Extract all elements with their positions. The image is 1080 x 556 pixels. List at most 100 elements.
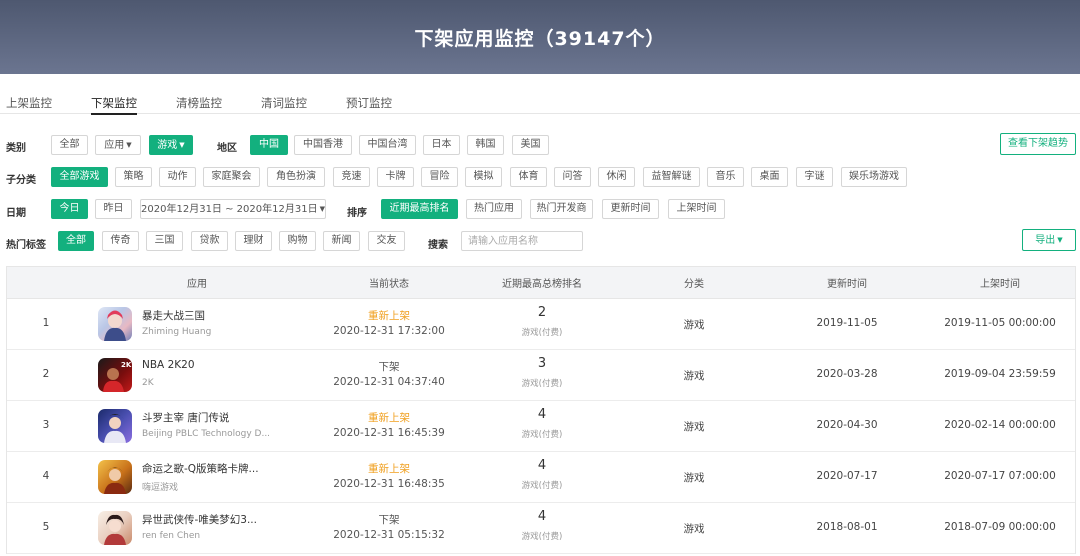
subcat-board-chip[interactable]: 桌面 bbox=[751, 167, 788, 187]
listed-time: 2020-07-17 07:00:00 bbox=[944, 470, 1056, 482]
hot-tag-finance-chip[interactable]: 理财 bbox=[235, 231, 272, 251]
nba-2k20-icon[interactable]: 2K bbox=[98, 358, 132, 392]
app-category: 游戏 bbox=[683, 319, 705, 331]
updated-date: 2018-08-01 bbox=[816, 521, 878, 533]
sort-hot-devs-chip[interactable]: 热门开发商 bbox=[530, 199, 593, 219]
tab-delisting-monitor[interactable]: 下架监控 bbox=[91, 74, 137, 115]
col-header-listed: 上架时间 bbox=[980, 279, 1020, 290]
app-name[interactable]: 异世武侠传-唯美梦幻3... bbox=[142, 512, 257, 527]
subcat-sports-chip[interactable]: 体育 bbox=[510, 167, 547, 187]
table-header: 应用 当前状态 近期最高总榜排名 分类 更新时间 上架时间 bbox=[7, 267, 1075, 299]
hot-tag-loan-chip[interactable]: 贷款 bbox=[191, 231, 228, 251]
col-header-status: 当前状态 bbox=[369, 279, 409, 290]
export-button[interactable]: 导出 ▼ bbox=[1022, 229, 1076, 251]
subcat-casino-chip[interactable]: 娱乐场游戏 bbox=[841, 167, 907, 187]
listed-time: 2018-07-09 00:00:00 bbox=[944, 521, 1056, 533]
app-name[interactable]: 暴走大战三国 bbox=[142, 308, 205, 323]
row-index: 2 bbox=[42, 368, 50, 380]
caret-down-icon: ▼ bbox=[319, 205, 325, 213]
subcat-music-chip[interactable]: 音乐 bbox=[707, 167, 744, 187]
date-today-chip[interactable]: 今日 bbox=[51, 199, 88, 219]
rank-category: 游戏(付费) bbox=[521, 379, 563, 389]
subcat-casual-chip[interactable]: 休闲 bbox=[598, 167, 635, 187]
sort-update-time-chip[interactable]: 更新时间 bbox=[602, 199, 659, 219]
date-range-picker[interactable]: 2020年12月31日 ~ 2020年12月31日 ▼ bbox=[140, 199, 326, 219]
hot-tag-legend-chip[interactable]: 传奇 bbox=[102, 231, 139, 251]
lady-icon[interactable] bbox=[98, 511, 132, 545]
rank-value: 4 bbox=[537, 509, 547, 524]
rank-value: 4 bbox=[537, 407, 547, 422]
app-category: 游戏 bbox=[683, 370, 705, 382]
subcat-word-chip[interactable]: 字谜 bbox=[796, 167, 833, 187]
region-usa-chip[interactable]: 美国 bbox=[512, 135, 549, 155]
sort-listing-time-chip[interactable]: 上架时间 bbox=[668, 199, 725, 219]
table-row[interactable]: 3 斗罗主宰 唐门传说 Beijing PBLC Technology D...… bbox=[7, 401, 1075, 452]
app-developer: 嗨逗游戏 bbox=[142, 483, 179, 493]
svg-text:2K: 2K bbox=[121, 361, 132, 369]
tab-keyword-clear-monitor[interactable]: 清词监控 bbox=[261, 74, 307, 114]
category-all-chip[interactable]: 全部 bbox=[51, 135, 88, 155]
row-index: 3 bbox=[42, 419, 50, 431]
region-taiwan-chip[interactable]: 中国台湾 bbox=[359, 135, 416, 155]
subcat-racing-chip[interactable]: 竞速 bbox=[333, 167, 370, 187]
status-text: 重新上架 bbox=[368, 412, 410, 424]
subcat-card-chip[interactable]: 卡牌 bbox=[377, 167, 414, 187]
app-developer: Beijing PBLC Technology D... bbox=[142, 429, 271, 439]
table-row[interactable]: 1 暴走大战三国 Zhiming Huang 重新上架 2020-12-31 1… bbox=[7, 299, 1075, 350]
subcat-all-games-chip[interactable]: 全部游戏 bbox=[51, 167, 108, 187]
subcat-family-chip[interactable]: 家庭聚会 bbox=[203, 167, 260, 187]
category-game-dropdown[interactable]: 游戏 ▼ bbox=[149, 135, 193, 155]
app-developer: Zhiming Huang bbox=[142, 327, 212, 337]
tab-bar: 上架监控 下架监控 清榜监控 清词监控 预订监控 bbox=[0, 74, 1080, 115]
region-china-chip[interactable]: 中国 bbox=[250, 135, 288, 155]
category-app-dropdown[interactable]: 应用 ▼ bbox=[95, 135, 141, 155]
hot-tag-social-chip[interactable]: 交友 bbox=[368, 231, 405, 251]
subcat-simulation-chip[interactable]: 模拟 bbox=[465, 167, 502, 187]
col-header-updated: 更新时间 bbox=[827, 279, 867, 290]
caret-down-icon: ▼ bbox=[126, 141, 132, 149]
status-text: 重新上架 bbox=[368, 463, 410, 475]
subcat-adventure-chip[interactable]: 冒险 bbox=[421, 167, 458, 187]
hot-tag-three-kingdoms-chip[interactable]: 三国 bbox=[146, 231, 183, 251]
table-row[interactable]: 2 2K NBA 2K20 2K 下架 2020-12-31 04:37:40 … bbox=[7, 350, 1075, 401]
hot-tag-shopping-chip[interactable]: 购物 bbox=[279, 231, 316, 251]
sort-hot-apps-chip[interactable]: 热门应用 bbox=[466, 199, 522, 219]
rank-value: 2 bbox=[537, 305, 547, 320]
category-app-label: 应用 bbox=[104, 140, 125, 151]
category-game-label: 游戏 bbox=[157, 140, 178, 151]
sort-top-rank-chip[interactable]: 近期最高排名 bbox=[381, 199, 458, 219]
subcat-puzzle-chip[interactable]: 益智解谜 bbox=[643, 167, 700, 187]
subcat-quiz-chip[interactable]: 问答 bbox=[554, 167, 591, 187]
subcat-strategy-chip[interactable]: 策略 bbox=[115, 167, 152, 187]
subcat-rpg-chip[interactable]: 角色扮演 bbox=[267, 167, 325, 187]
table-row[interactable]: 4 命运之歌-Q版策略卡牌... 嗨逗游戏 重新上架 2020-12-31 16… bbox=[7, 452, 1075, 503]
view-trend-button[interactable]: 查看下架趋势 bbox=[1000, 133, 1076, 155]
hot-tag-all-chip[interactable]: 全部 bbox=[58, 231, 94, 251]
table-row[interactable]: 5 异世武侠传-唯美梦幻3... ren fen Chen 下架 2020-12… bbox=[7, 503, 1075, 554]
col-header-rank: 近期最高总榜排名 bbox=[502, 279, 582, 290]
region-japan-chip[interactable]: 日本 bbox=[423, 135, 460, 155]
date-yesterday-chip[interactable]: 昨日 bbox=[95, 199, 132, 219]
tab-chart-clear-monitor[interactable]: 清榜监控 bbox=[176, 74, 222, 114]
status-text: 重新上架 bbox=[368, 310, 410, 322]
region-hongkong-chip[interactable]: 中国香港 bbox=[294, 135, 352, 155]
col-header-category: 分类 bbox=[684, 279, 704, 290]
category-label: 类别 bbox=[6, 143, 26, 154]
region-korea-chip[interactable]: 韩国 bbox=[467, 135, 504, 155]
rank-category: 游戏(付费) bbox=[521, 481, 563, 491]
updated-date: 2019-11-05 bbox=[816, 317, 878, 329]
hot-tag-news-chip[interactable]: 新闻 bbox=[323, 231, 360, 251]
search-input[interactable] bbox=[461, 231, 583, 251]
app-name[interactable]: 命运之歌-Q版策略卡牌... bbox=[142, 461, 259, 476]
page-header: 下架应用监控（39147个） bbox=[0, 0, 1080, 74]
app-name[interactable]: NBA 2K20 bbox=[142, 359, 195, 371]
date-label: 日期 bbox=[6, 208, 26, 219]
subcat-action-chip[interactable]: 动作 bbox=[159, 167, 196, 187]
app-name[interactable]: 斗罗主宰 唐门传说 bbox=[142, 410, 229, 425]
listed-time: 2019-09-04 23:59:59 bbox=[944, 368, 1056, 380]
tab-preorder-monitor[interactable]: 预订监控 bbox=[346, 74, 392, 114]
tab-listing-monitor[interactable]: 上架监控 bbox=[6, 74, 52, 114]
anime-girl-icon[interactable] bbox=[98, 307, 132, 341]
warrior-icon[interactable] bbox=[98, 409, 132, 443]
hero-icon[interactable] bbox=[98, 460, 132, 494]
